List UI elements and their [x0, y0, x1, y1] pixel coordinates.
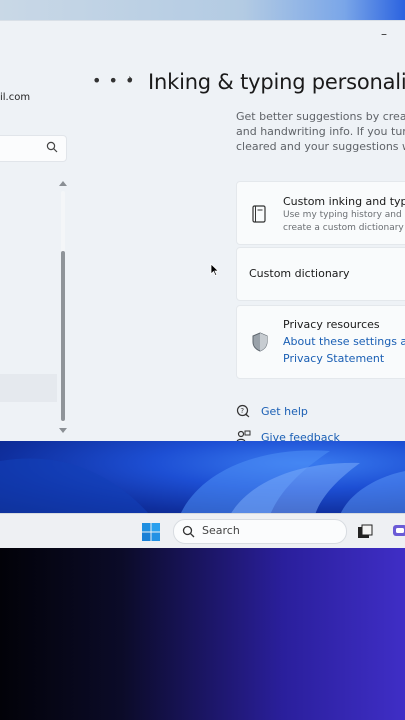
- nav-scrollbar[interactable]: [57, 179, 69, 435]
- intro-description: Get better suggestions by creating and h…: [236, 109, 405, 154]
- search-icon: [46, 141, 58, 153]
- settings-window: – il.com • • • › Inking & typing persona…: [0, 20, 405, 442]
- taskbar: Search: [0, 513, 405, 548]
- custom-inking-typing-card[interactable]: Custom inking and typing Use my typing h…: [236, 181, 405, 245]
- privacy-statement-link[interactable]: Privacy Statement: [283, 352, 384, 365]
- taskbar-search-label: Search: [202, 524, 240, 537]
- intro-line: Get better suggestions by creating: [236, 110, 405, 123]
- custom-dictionary-card[interactable]: Custom dictionary: [236, 247, 405, 301]
- card-description: create a custom dictionary: [283, 223, 404, 233]
- settings-search-input[interactable]: [0, 135, 67, 162]
- desktop-wallpaper: [0, 441, 405, 515]
- card-description: Use my typing history and h: [283, 210, 405, 220]
- privacy-resources-card: Privacy resources About these settings a…: [236, 305, 405, 379]
- mouse-cursor-icon: [210, 263, 220, 277]
- help-chat-icon: ?: [236, 404, 250, 417]
- wallpaper-bloom-graphic: [0, 450, 405, 515]
- taskbar-search-box[interactable]: Search: [173, 519, 347, 544]
- breadcrumb-chevron-icon: ›: [128, 72, 134, 87]
- scroll-down-arrow-icon[interactable]: [59, 428, 67, 433]
- shield-icon: [252, 332, 268, 352]
- card-title: Custom dictionary: [249, 267, 350, 280]
- chat-app-icon[interactable]: [392, 523, 405, 539]
- card-title: Privacy resources: [283, 318, 380, 331]
- nav-item-selected[interactable]: [0, 374, 57, 402]
- card-title: Custom inking and typing: [283, 195, 405, 208]
- scroll-thumb[interactable]: [61, 251, 65, 421]
- task-view-icon[interactable]: [357, 524, 373, 539]
- desktop-wallpaper-top: [0, 0, 405, 22]
- account-email: il.com: [0, 92, 31, 103]
- intro-line: and handwriting info. If you turn o: [236, 125, 405, 138]
- get-help-link[interactable]: ? Get help: [236, 402, 308, 420]
- get-help-label: Get help: [261, 404, 308, 418]
- minimize-button[interactable]: –: [377, 27, 391, 41]
- about-settings-link[interactable]: About these settings and: [283, 335, 405, 348]
- svg-text:?: ?: [240, 407, 244, 415]
- windows-start-icon[interactable]: [142, 523, 160, 541]
- give-feedback-link[interactable]: Give feedback: [236, 428, 340, 442]
- intro-line: cleared and your suggestions won: [236, 140, 405, 153]
- video-background: [0, 548, 405, 720]
- page-title: Inking & typing personaliz: [148, 70, 405, 94]
- book-icon: [252, 205, 266, 223]
- scroll-up-arrow-icon[interactable]: [59, 181, 67, 186]
- search-icon: [182, 525, 195, 538]
